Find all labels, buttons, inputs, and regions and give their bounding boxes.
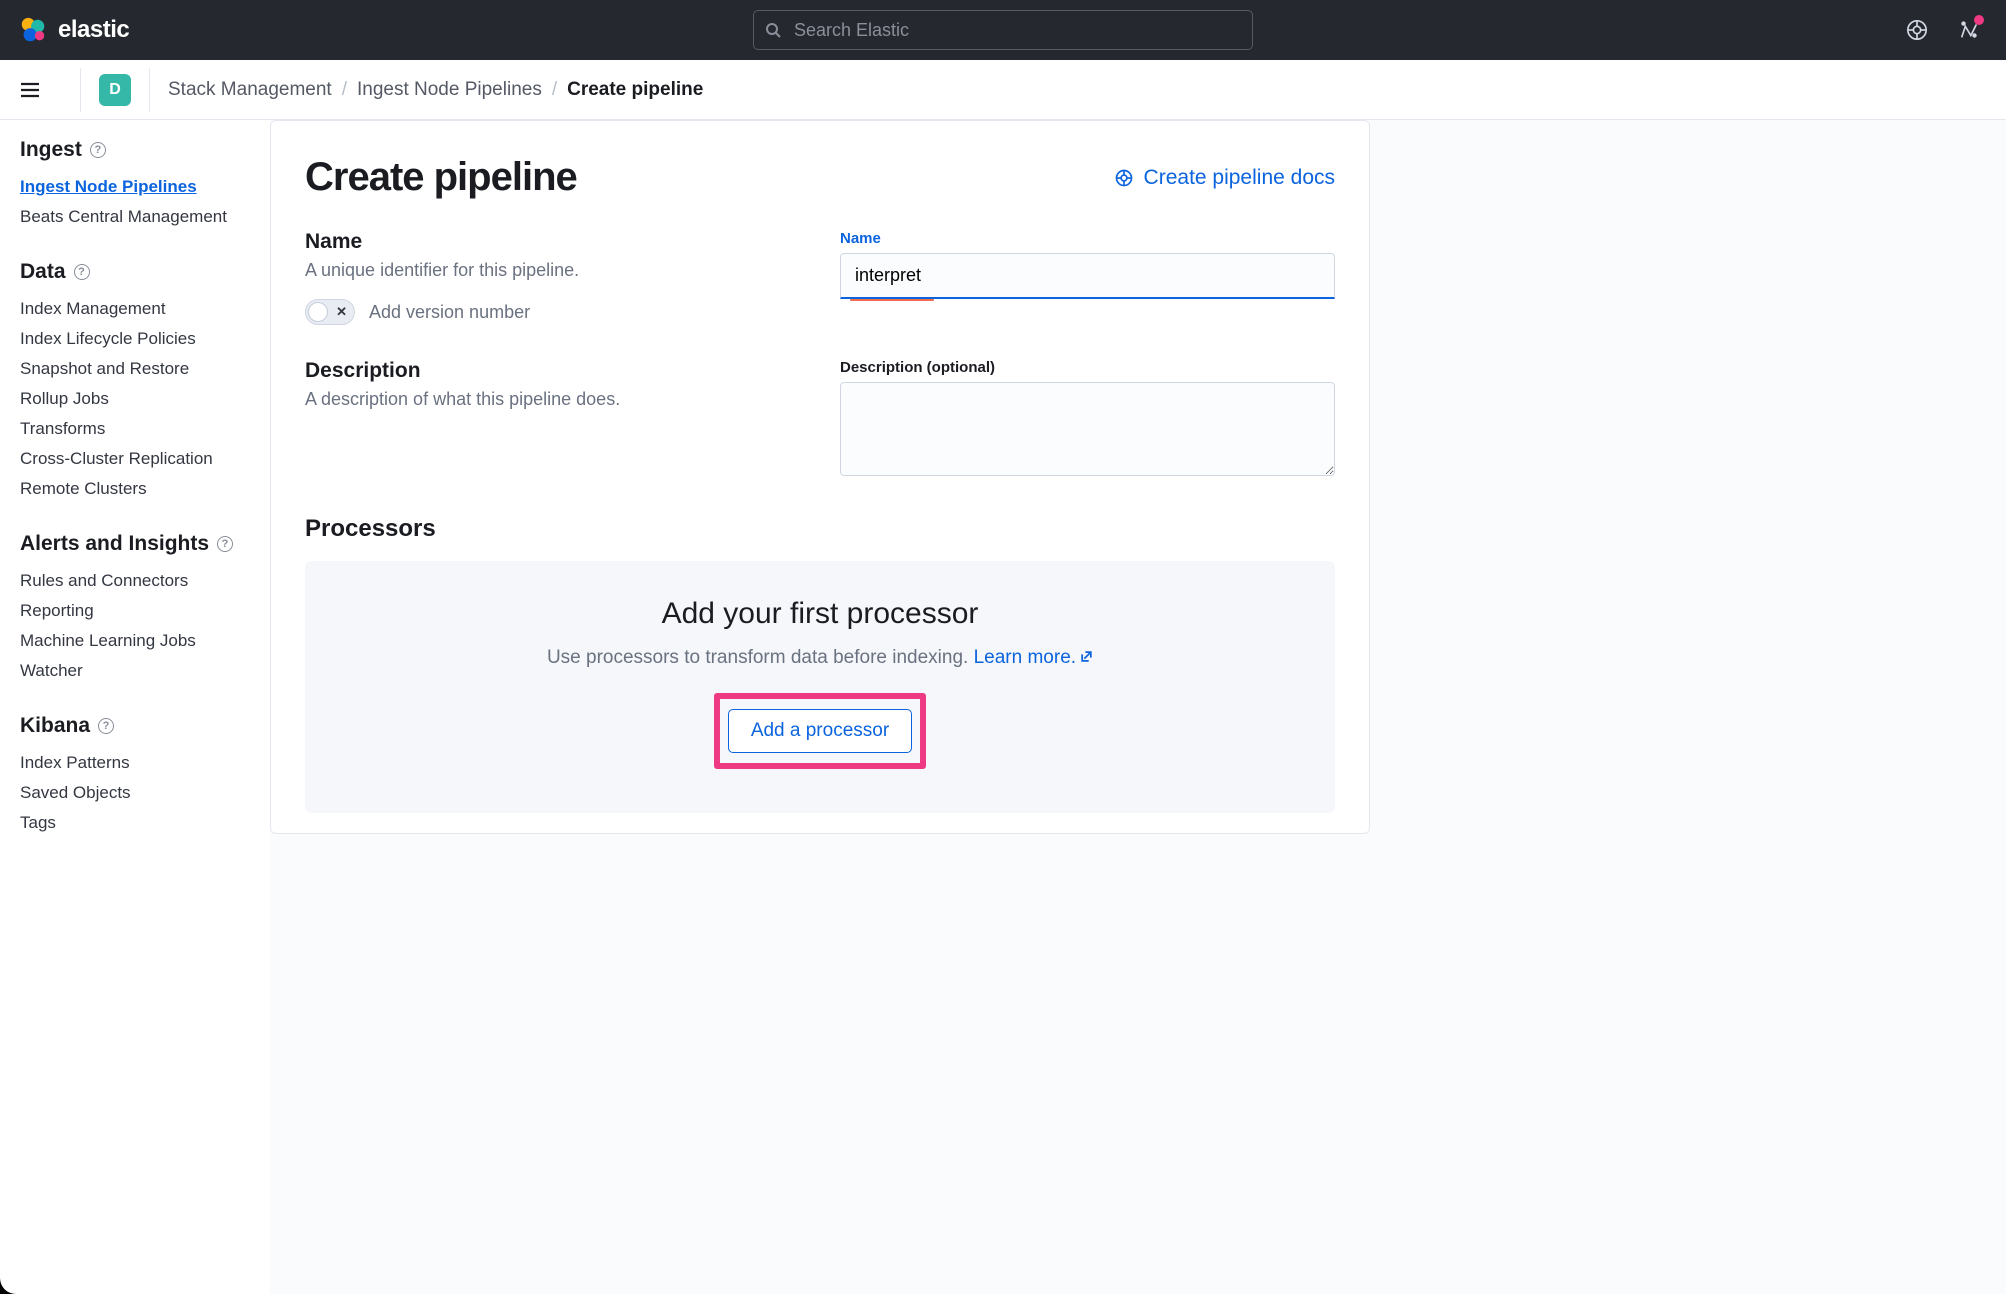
breadcrumb-separator: / — [342, 79, 347, 101]
lifebelt-icon — [1114, 168, 1134, 188]
sidebar-item-index-management[interactable]: Index Management — [20, 294, 250, 324]
newsfeed-icon[interactable] — [1958, 19, 1980, 41]
help-tip-icon[interactable]: ? — [90, 142, 106, 158]
sidebar-item-index-patterns[interactable]: Index Patterns — [20, 748, 250, 778]
search-icon — [765, 22, 781, 38]
global-header: elastic — [0, 0, 2006, 60]
sidebar-item-rollup[interactable]: Rollup Jobs — [20, 384, 250, 414]
description-field-label: Description (optional) — [840, 359, 1335, 376]
sidebar-item-beats[interactable]: Beats Central Management — [20, 202, 250, 232]
sidebar-item-watcher[interactable]: Watcher — [20, 656, 250, 686]
divider — [149, 68, 150, 112]
sidebar: Ingest ? Ingest Node Pipelines Beats Cen… — [0, 120, 270, 1294]
sidebar-section-heading: Kibana ? — [20, 714, 250, 738]
empty-title: Add your first processor — [325, 597, 1315, 631]
description-heading: Description — [305, 359, 800, 383]
version-toggle-label: Add version number — [369, 302, 530, 323]
toggle-off-icon: ✕ — [336, 304, 347, 320]
sidebar-section-heading: Data ? — [20, 260, 250, 284]
search-input[interactable] — [753, 10, 1253, 50]
menu-toggle-icon[interactable] — [18, 78, 42, 102]
sidebar-item-remote-clusters[interactable]: Remote Clusters — [20, 474, 250, 504]
divider — [80, 68, 81, 112]
help-tip-icon[interactable]: ? — [98, 718, 114, 734]
sidebar-item-reporting[interactable]: Reporting — [20, 596, 250, 626]
description-input[interactable] — [840, 382, 1335, 476]
empty-subtitle: Use processors to transform data before … — [325, 647, 1315, 669]
sidebar-item-ccr[interactable]: Cross-Cluster Replication — [20, 444, 250, 474]
help-icon[interactable] — [1906, 19, 1928, 41]
name-help: A unique identifier for this pipeline. — [305, 260, 800, 281]
name-input[interactable] — [840, 253, 1335, 299]
description-help: A description of what this pipeline does… — [305, 389, 800, 410]
sidebar-item-saved-objects[interactable]: Saved Objects — [20, 778, 250, 808]
processors-empty-state: Add your first processor Use processors … — [305, 561, 1335, 813]
breadcrumb-current: Create pipeline — [567, 79, 703, 101]
brand[interactable]: elastic — [18, 15, 129, 45]
help-tip-icon[interactable]: ? — [217, 536, 233, 552]
name-heading: Name — [305, 230, 800, 254]
breadcrumb-link[interactable]: Ingest Node Pipelines — [357, 79, 542, 101]
nav-bar: D Stack Management / Ingest Node Pipelin… — [0, 60, 2006, 120]
brand-name: elastic — [58, 16, 129, 44]
page-title: Create pipeline — [305, 155, 577, 200]
main-content: Create pipeline Create pipeline docs N — [270, 120, 2006, 1294]
learn-more-link[interactable]: Learn more. — [974, 647, 1093, 668]
name-field-label: Name — [840, 230, 1335, 247]
external-link-icon — [1080, 647, 1093, 660]
annotation-highlight: Add a processor — [714, 693, 926, 769]
docs-link-label: Create pipeline docs — [1144, 166, 1335, 190]
elastic-logo-icon — [18, 15, 48, 45]
breadcrumb-link[interactable]: Stack Management — [168, 79, 332, 101]
sidebar-item-transforms[interactable]: Transforms — [20, 414, 250, 444]
docs-link[interactable]: Create pipeline docs — [1114, 166, 1335, 190]
sidebar-item-ilm[interactable]: Index Lifecycle Policies — [20, 324, 250, 354]
help-tip-icon[interactable]: ? — [74, 264, 90, 280]
processors-heading: Processors — [305, 515, 1335, 543]
breadcrumb: Stack Management / Ingest Node Pipelines… — [168, 79, 703, 101]
toggle-knob-icon — [308, 302, 328, 322]
breadcrumb-separator: / — [552, 79, 557, 101]
header-actions — [1906, 19, 1988, 41]
version-toggle[interactable]: ✕ — [305, 299, 355, 325]
sidebar-item-ingest-pipelines[interactable]: Ingest Node Pipelines — [20, 172, 250, 202]
sidebar-item-tags[interactable]: Tags — [20, 808, 250, 838]
add-processor-button[interactable]: Add a processor — [728, 709, 912, 753]
sidebar-item-snapshot-restore[interactable]: Snapshot and Restore — [20, 354, 250, 384]
notification-dot-icon — [1974, 15, 1984, 25]
sidebar-item-rules[interactable]: Rules and Connectors — [20, 566, 250, 596]
sidebar-item-ml-jobs[interactable]: Machine Learning Jobs — [20, 626, 250, 656]
sidebar-section-heading: Ingest ? — [20, 138, 250, 162]
sidebar-section-heading: Alerts and Insights ? — [20, 532, 250, 556]
global-search — [753, 10, 1253, 50]
space-selector[interactable]: D — [99, 74, 131, 106]
